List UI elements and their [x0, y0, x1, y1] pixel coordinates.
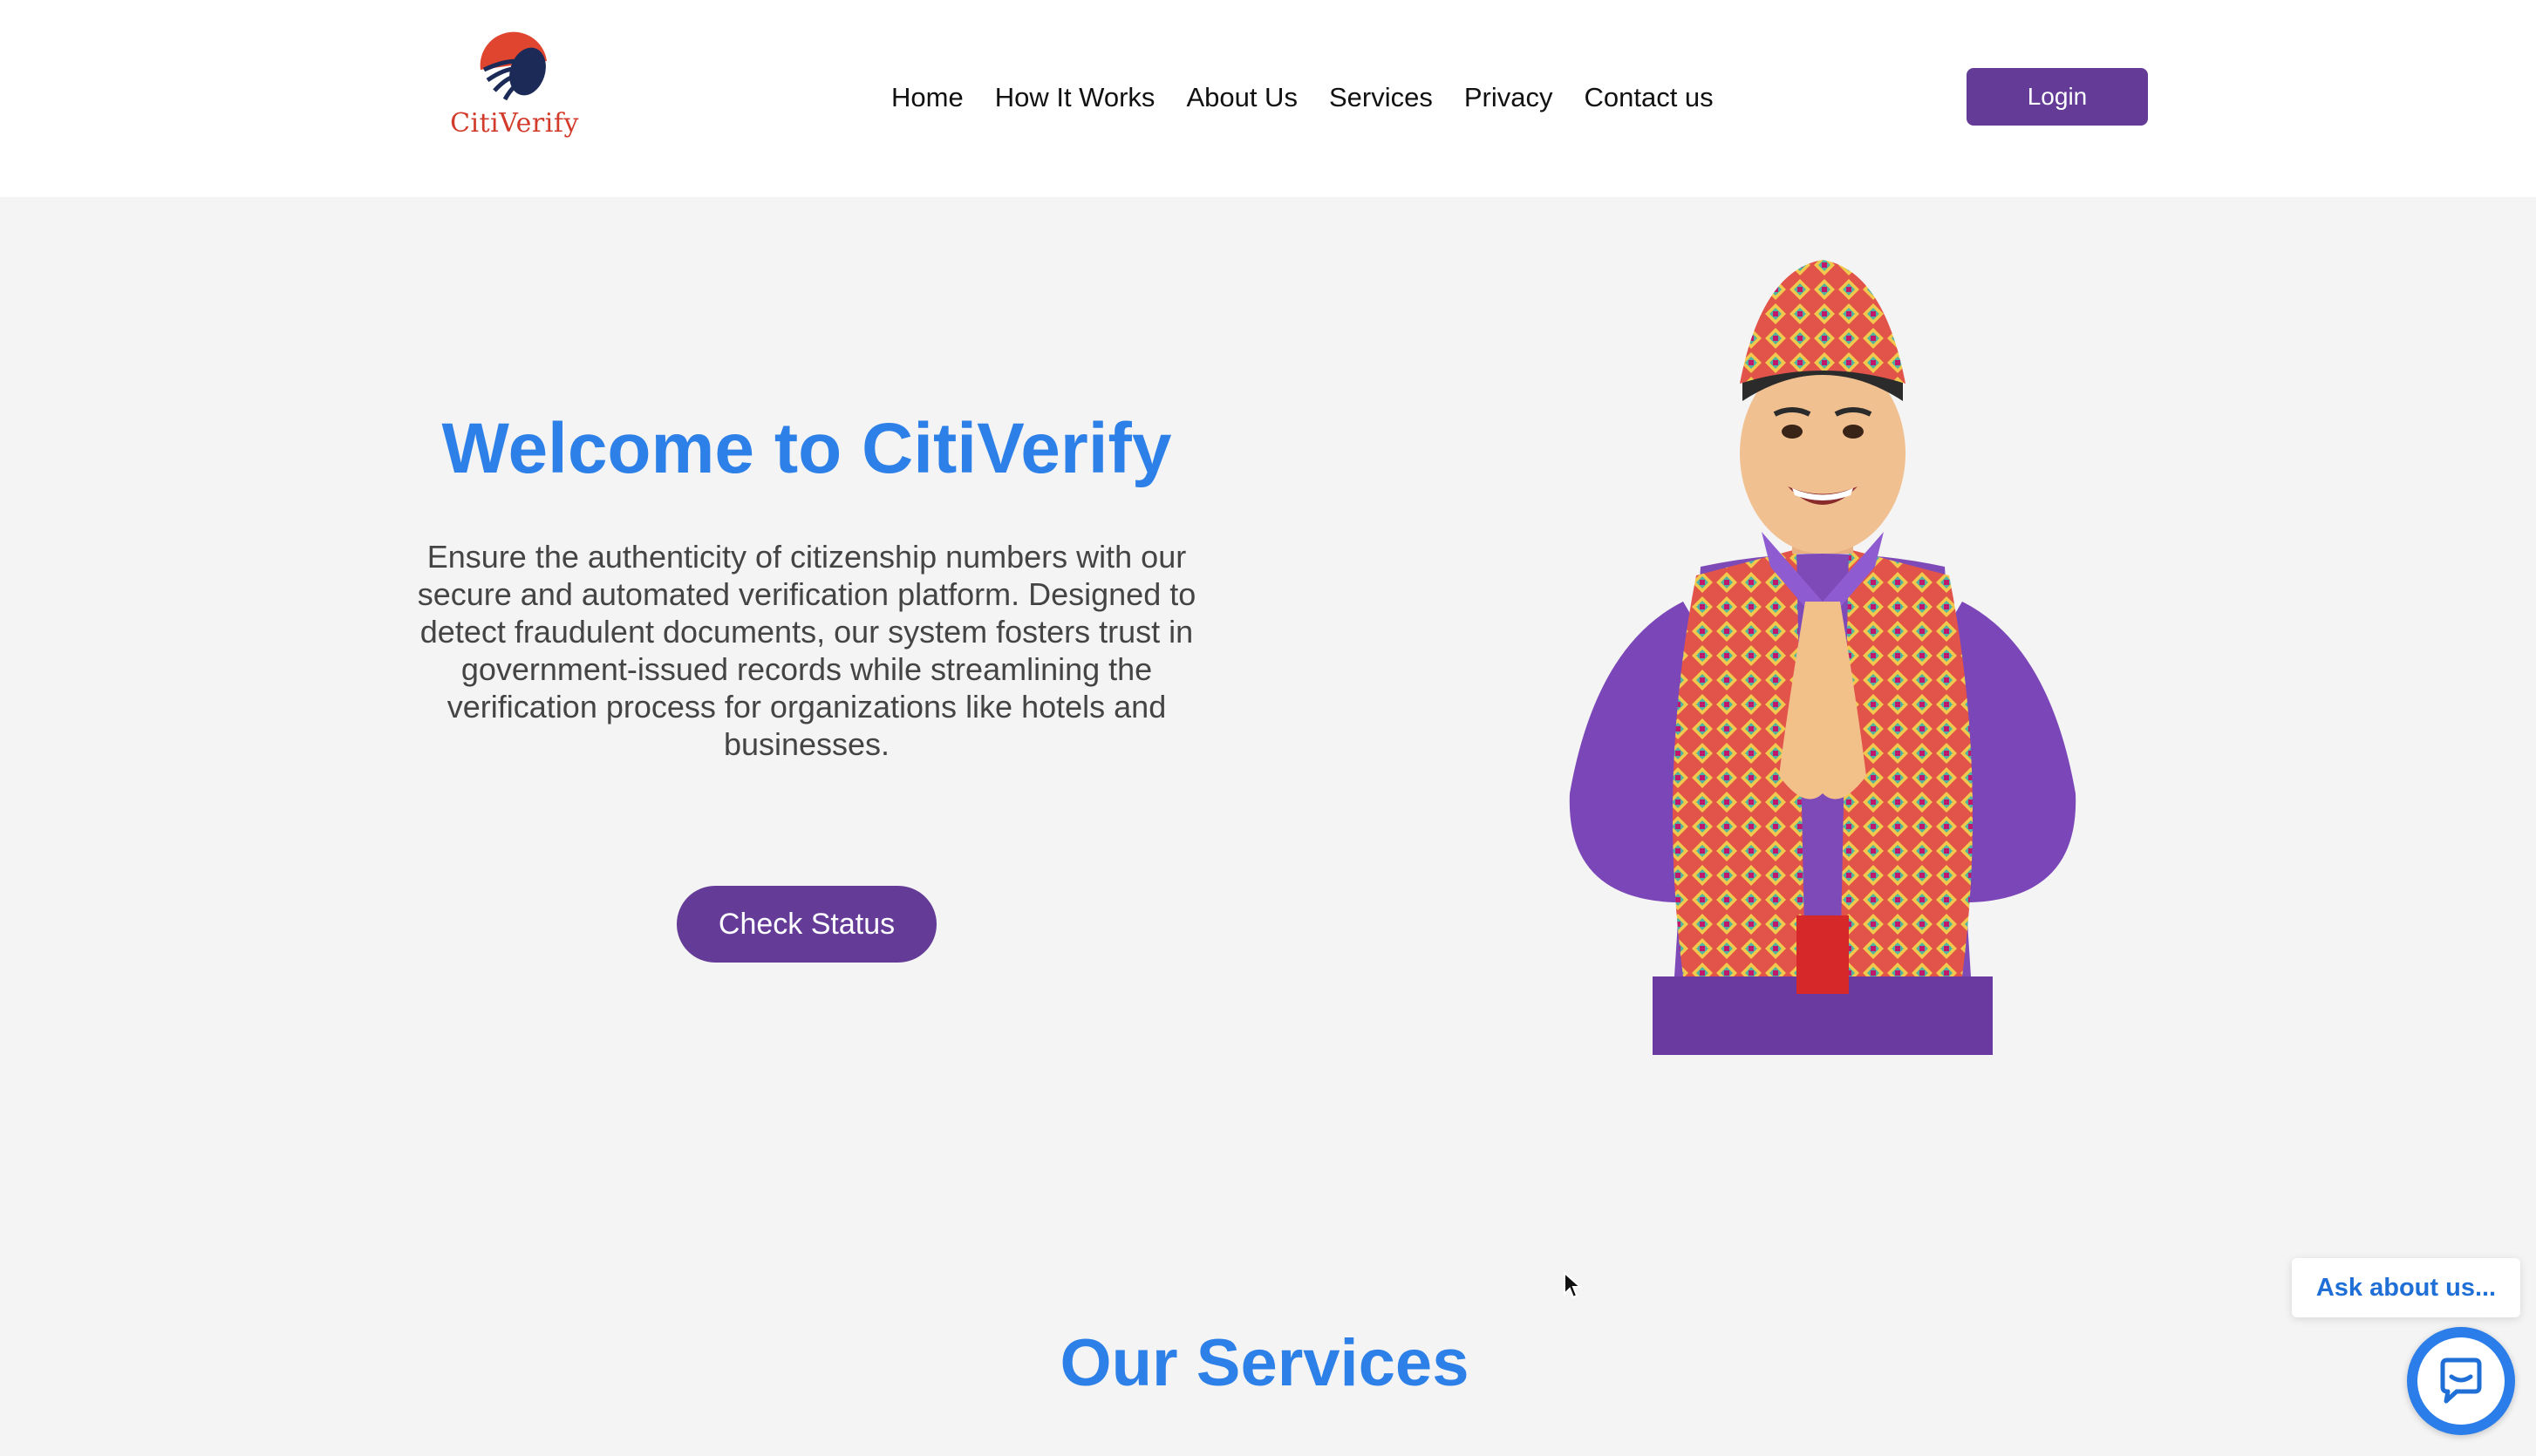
mouse-cursor-icon [1564, 1271, 1582, 1299]
services-section-title: Our Services [1060, 1326, 1469, 1400]
nav-about-us[interactable]: About Us [1186, 82, 1298, 113]
chat-icon [2440, 1357, 2482, 1404]
nav-home[interactable]: Home [891, 82, 964, 113]
chat-icon-container [2417, 1337, 2505, 1425]
hero-title: Welcome to CitiVerify [441, 409, 1172, 488]
namaste-man-illustration [1569, 260, 2076, 1055]
nav-how-it-works[interactable]: How It Works [995, 82, 1156, 113]
site-header: CitiVerify Home How It Works About Us Se… [0, 0, 2536, 197]
citiverify-logo[interactable]: CitiVerify [449, 31, 580, 148]
check-status-button[interactable]: Check Status [677, 886, 937, 963]
main-nav: Home How It Works About Us Services Priv… [891, 77, 1714, 119]
logo-text: CitiVerify [450, 108, 579, 139]
chat-launcher-button[interactable] [2407, 1327, 2515, 1435]
logo-emblem-icon [480, 31, 547, 101]
nav-contact-us[interactable]: Contact us [1584, 82, 1713, 113]
nav-services[interactable]: Services [1329, 82, 1433, 113]
hero-description: Ensure the authenticity of citizenship n… [417, 539, 1196, 762]
login-button[interactable]: Login [1967, 68, 2148, 126]
chat-prompt-bubble[interactable]: Ask about us... [2292, 1258, 2520, 1317]
nav-privacy[interactable]: Privacy [1464, 82, 1553, 113]
